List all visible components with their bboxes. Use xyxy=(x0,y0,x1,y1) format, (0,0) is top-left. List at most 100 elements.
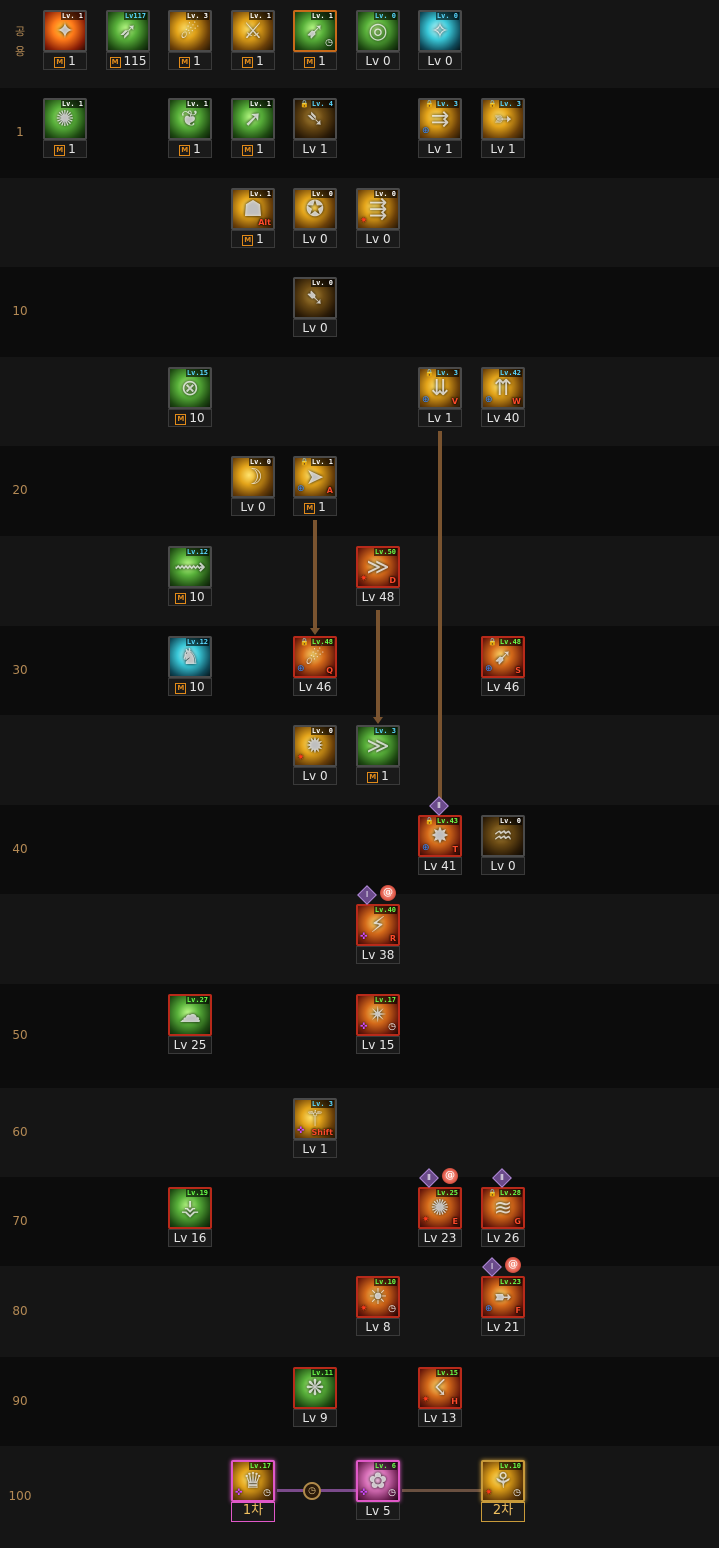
skill-max-level: Lv. 1 xyxy=(248,12,272,20)
skill-slot[interactable]: ◎ Lv. 0 Lv 0 xyxy=(356,10,400,71)
skill-slot[interactable]: ✪ Lv. 0 Lv 0 xyxy=(293,188,337,249)
skill-icon[interactable]: ⚶ Lv.19 xyxy=(168,1187,212,1229)
skill-icon[interactable]: ⇉ Lv. 3 🔒 ⊕ xyxy=(418,98,462,140)
skill-icon[interactable]: ☄ Lv.48 🔒 ⊕ Q xyxy=(293,636,337,678)
skill-icon[interactable]: ❦ Lv. 1 xyxy=(168,98,212,140)
skill-icon[interactable]: ⚚ Lv. 3 ✜ Shift xyxy=(293,1098,337,1140)
skill-slot[interactable]: ✿ Lv. 6 ✜ ◷ Lv 5 xyxy=(356,1460,400,1521)
skill-slot[interactable]: ≫ Lv. 3M1 xyxy=(356,725,400,786)
skill-slot[interactable]: ⇊ Lv. 3 🔒 ⊕ V Lv 1 xyxy=(418,367,462,428)
skill-slot[interactable]: ☇ Lv.15 ✷ H Lv 13 xyxy=(418,1367,462,1428)
skill-slot[interactable]: ♒ Lv. 0 Lv 0 xyxy=(481,815,525,876)
skill-slot[interactable]: ♞ Lv.12 M 10 xyxy=(168,636,212,697)
skill-slot[interactable]: ☽ Lv. 0 Lv 0 xyxy=(231,456,275,517)
skill-slot[interactable]: ✺ Lv. 1M1 xyxy=(43,98,87,159)
skill-slot[interactable]: ⇉ Lv. 3 🔒 ⊕ Lv 1 xyxy=(418,98,462,159)
skill-slot[interactable]: ⇈ Lv.42 ⊕ W Lv 40 xyxy=(481,367,525,428)
skill-slot[interactable]: ☀ Lv.10 ✷ ◷ Lv 8 xyxy=(356,1276,400,1337)
skill-slot[interactable]: ✧ Lv. 0 Lv 0 xyxy=(418,10,462,71)
skill-slot[interactable]: ☗ Lv. 1 Alt M 1 xyxy=(231,188,275,249)
skill-slot[interactable]: ⇶ Lv. 0 ✷ Lv 0 xyxy=(356,188,400,249)
skill-icon[interactable]: ☁ Lv.27 xyxy=(168,994,212,1036)
skill-icon[interactable]: ☀ Lv.10 ✷ ◷ xyxy=(356,1276,400,1318)
hotkey-label: W xyxy=(512,397,521,406)
skill-icon[interactable]: ⚡ Lv.40 ✜ R xyxy=(356,904,400,946)
skill-level-label: Lv 40 xyxy=(481,409,525,427)
skill-type-icon: ✷ xyxy=(360,1304,368,1314)
skill-slot[interactable]: ✴ Lv.17 ✜ ◷ Lv 15 xyxy=(356,994,400,1055)
skill-slot[interactable]: ✺ Lv.25 ✷ E Lv 23 xyxy=(418,1187,462,1248)
skill-slot[interactable]: ➶ Lv117 M 115 xyxy=(106,10,150,71)
skill-icon[interactable]: ≫ Lv.50 ✷ D xyxy=(356,546,400,588)
skill-slot[interactable]: ✹ Lv. 0 ✷ Lv 0 xyxy=(293,725,337,786)
skill-icon[interactable]: ➷ Lv. 0 xyxy=(293,277,337,319)
skill-icon[interactable]: ➶ Lv117 xyxy=(106,10,150,52)
skill-slot[interactable]: ➷ Lv. 0 Lv 0 xyxy=(293,277,337,338)
skill-icon[interactable]: ✿ Lv. 6 ✜ ◷ xyxy=(356,1460,400,1502)
skill-icon[interactable]: ✪ Lv. 0 xyxy=(293,188,337,230)
skill-slot[interactable]: ⚔ Lv. 1M1 xyxy=(231,10,275,71)
skill-icon[interactable]: ➳ Lv. 3 🔒 xyxy=(481,98,525,140)
skill-icon[interactable]: ☄ Lv. 3 xyxy=(168,10,212,52)
skill-icon[interactable]: ✺ Lv. 1 xyxy=(43,98,87,140)
skill-slot[interactable]: ☄ Lv.48 🔒 ⊕ Q Lv 46 xyxy=(293,636,337,697)
skill-icon[interactable]: ⟿ Lv.12 xyxy=(168,546,212,588)
skill-slot[interactable]: ➚ Lv. 1M1 xyxy=(231,98,275,159)
skill-icon[interactable]: ⇊ Lv. 3 🔒 ⊕ V xyxy=(418,367,462,409)
skill-icon[interactable]: ✸ Lv.43 🔒 ⊕ T xyxy=(418,815,462,857)
skill-icon[interactable]: ◎ Lv. 0 xyxy=(356,10,400,52)
skill-slot[interactable]: ☄ Lv. 3M1 xyxy=(168,10,212,71)
skill-slot[interactable]: ➳ Lv. 3 🔒 Lv 1 xyxy=(481,98,525,159)
skill-slot[interactable]: ≋ Lv.28 🔒 G Lv 26 xyxy=(481,1187,525,1248)
skill-icon[interactable]: ⇈ Lv.42 ⊕ W xyxy=(481,367,525,409)
skill-slot[interactable]: ❋ Lv.11 Lv 9 xyxy=(293,1367,337,1428)
skill-icon[interactable]: ♛ Lv.17 ✜ ◷ xyxy=(231,1460,275,1502)
skill-icon[interactable]: ♒ Lv. 0 xyxy=(481,815,525,857)
skill-icon[interactable]: ⚘ Lv.10 ✷ ◷ xyxy=(481,1460,525,1502)
skill-slot[interactable]: ❦ Lv. 1M1 xyxy=(168,98,212,159)
skill-slot[interactable]: ✸ Lv.43 🔒 ⊕ T Lv 41 xyxy=(418,815,462,876)
skill-slot[interactable]: ✦ Lv. 1M1 xyxy=(43,10,87,71)
skill-icon[interactable]: ➹ Lv. 1 ◷ xyxy=(293,10,337,52)
skill-max-level: Lv. 3 xyxy=(435,100,459,108)
skill-slot[interactable]: ➤ Lv. 1 🔒 ⊕ A M 1 xyxy=(293,456,337,517)
skill-slot[interactable]: ⚶ Lv.19 Lv 16 xyxy=(168,1187,212,1248)
skill-max-level: Lv. 0 xyxy=(373,190,397,198)
skill-slot[interactable]: ➼ Lv.23 ⊕ F Lv 21 xyxy=(481,1276,525,1337)
skill-icon[interactable]: ✧ Lv. 0 xyxy=(418,10,462,52)
skill-icon[interactable]: ⇶ Lv. 0 ✷ xyxy=(356,188,400,230)
master-badge-icon: M xyxy=(242,145,254,156)
lock-icon: 🔒 xyxy=(425,817,434,825)
skill-icon[interactable]: ≫ Lv. 3 xyxy=(356,725,400,767)
skill-icon[interactable]: ☽ Lv. 0 xyxy=(231,456,275,498)
skill-slot[interactable]: ⟿ Lv.12 M 10 xyxy=(168,546,212,607)
skill-icon[interactable]: ➹ Lv.48 🔒 ⊕ S xyxy=(481,636,525,678)
skill-icon[interactable]: ☇ Lv.15 ✷ H xyxy=(418,1367,462,1409)
skill-slot[interactable]: ➹ Lv. 1 ◷ M 1 xyxy=(293,10,337,71)
skill-icon[interactable]: ➼ Lv.23 ⊕ F xyxy=(481,1276,525,1318)
skill-icon[interactable]: ♞ Lv.12 xyxy=(168,636,212,678)
skill-icon[interactable]: ✹ Lv. 0 ✷ xyxy=(293,725,337,767)
skill-slot[interactable]: ♛ Lv.17 ✜ ◷ 1차 xyxy=(231,1460,275,1522)
skill-slot[interactable]: ⚚ Lv. 3 ✜ Shift Lv 1 xyxy=(293,1098,337,1159)
row-level-label: 30 xyxy=(12,662,28,677)
skill-icon[interactable]: ⊗ Lv.15 xyxy=(168,367,212,409)
skill-slot[interactable]: ➴ Lv. 4 🔒 Lv 1 xyxy=(293,98,337,159)
skill-slot[interactable]: ⚡ Lv.40 ✜ R Lv 38 xyxy=(356,904,400,965)
skill-slot[interactable]: ≫ Lv.50 ✷ D Lv 48 xyxy=(356,546,400,607)
skill-slot[interactable]: ☁ Lv.27 Lv 25 xyxy=(168,994,212,1055)
skill-slot[interactable]: ⊗ Lv.15 M 10 xyxy=(168,367,212,428)
skill-icon[interactable]: ≋ Lv.28 🔒 G xyxy=(481,1187,525,1229)
skill-type-icon: ✜ xyxy=(360,1488,368,1498)
skill-icon[interactable]: ✦ Lv. 1 xyxy=(43,10,87,52)
skill-icon[interactable]: ➴ Lv. 4 🔒 xyxy=(293,98,337,140)
skill-icon[interactable]: ✴ Lv.17 ✜ ◷ xyxy=(356,994,400,1036)
skill-icon[interactable]: ☗ Lv. 1 Alt xyxy=(231,188,275,230)
skill-slot[interactable]: ⚘ Lv.10 ✷ ◷ 2차 xyxy=(481,1460,525,1522)
skill-slot[interactable]: ➹ Lv.48 🔒 ⊕ S Lv 46 xyxy=(481,636,525,697)
skill-icon[interactable]: ➚ Lv. 1 xyxy=(231,98,275,140)
skill-icon[interactable]: ❋ Lv.11 xyxy=(293,1367,337,1409)
skill-icon[interactable]: ✺ Lv.25 ✷ E xyxy=(418,1187,462,1229)
skill-icon[interactable]: ⚔ Lv. 1 xyxy=(231,10,275,52)
skill-icon[interactable]: ➤ Lv. 1 🔒 ⊕ A xyxy=(293,456,337,498)
